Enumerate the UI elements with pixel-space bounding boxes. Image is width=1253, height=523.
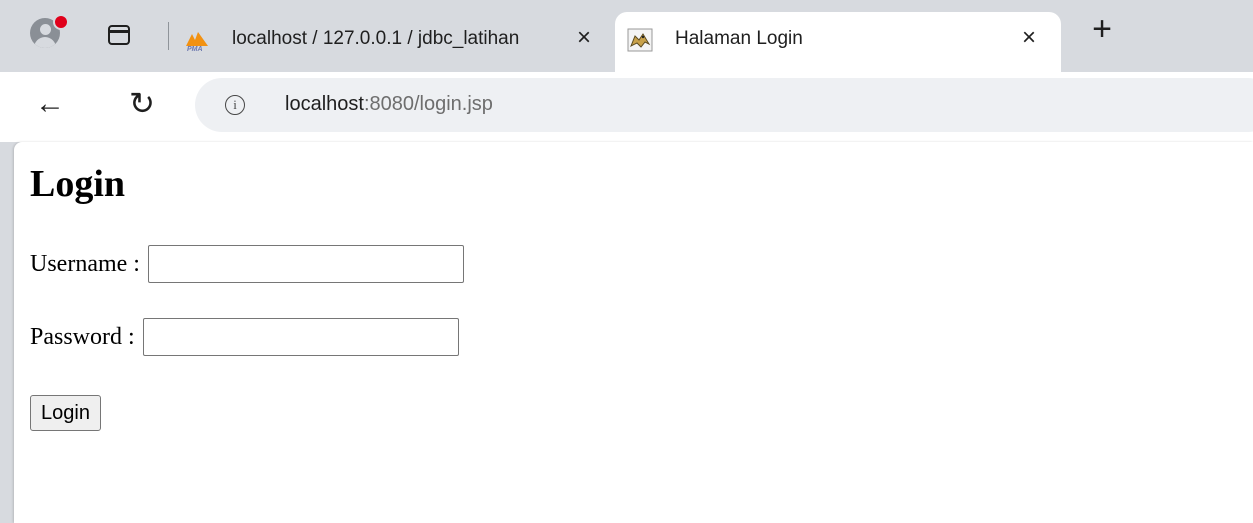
url-path: :8080/login.jsp [363, 93, 493, 115]
tab-actions-icon[interactable] [108, 25, 130, 45]
profile-notification-dot [53, 14, 69, 30]
svg-text:PMA: PMA [187, 46, 203, 52]
tab-halaman-login[interactable]: Halaman Login × [615, 12, 1061, 72]
tomcat-icon [627, 28, 653, 52]
login-button[interactable]: Login [30, 395, 101, 431]
back-button[interactable]: ← [30, 84, 70, 124]
tab-close-icon[interactable]: × [570, 24, 598, 52]
phpmyadmin-icon: PMA [186, 32, 208, 52]
tab-separator [168, 22, 169, 50]
page-title: Login [30, 163, 126, 205]
password-input[interactable] [142, 318, 459, 356]
url-text[interactable]: localhost:8080/login.jsp [285, 93, 493, 116]
reload-button[interactable]: ↻ [122, 84, 162, 124]
username-input[interactable] [147, 245, 464, 283]
tab-title: Halaman Login [675, 28, 803, 49]
username-label: Username : [30, 250, 140, 277]
password-row: Password : [30, 318, 459, 356]
username-row: Username : [30, 245, 464, 283]
url-host: localhost [285, 93, 364, 115]
tab-close-icon[interactable]: × [1015, 24, 1043, 52]
browser-toolbar: ← ↻ i localhost:8080/login.jsp [0, 72, 1253, 142]
site-info-icon[interactable]: i [225, 95, 245, 115]
tab-strip: PMA localhost / 127.0.0.1 / jdbc_latihan… [0, 0, 1253, 72]
tab-phpmyadmin[interactable]: PMA localhost / 127.0.0.1 / jdbc_latihan… [172, 12, 612, 72]
new-tab-button[interactable]: + [1086, 12, 1118, 46]
password-label: Password : [30, 323, 135, 350]
address-bar[interactable]: i localhost:8080/login.jsp [195, 78, 1253, 132]
tab-title: localhost / 127.0.0.1 / jdbc_latihan [232, 28, 520, 49]
page-viewport: Login Username : Password : Login [14, 142, 1253, 523]
